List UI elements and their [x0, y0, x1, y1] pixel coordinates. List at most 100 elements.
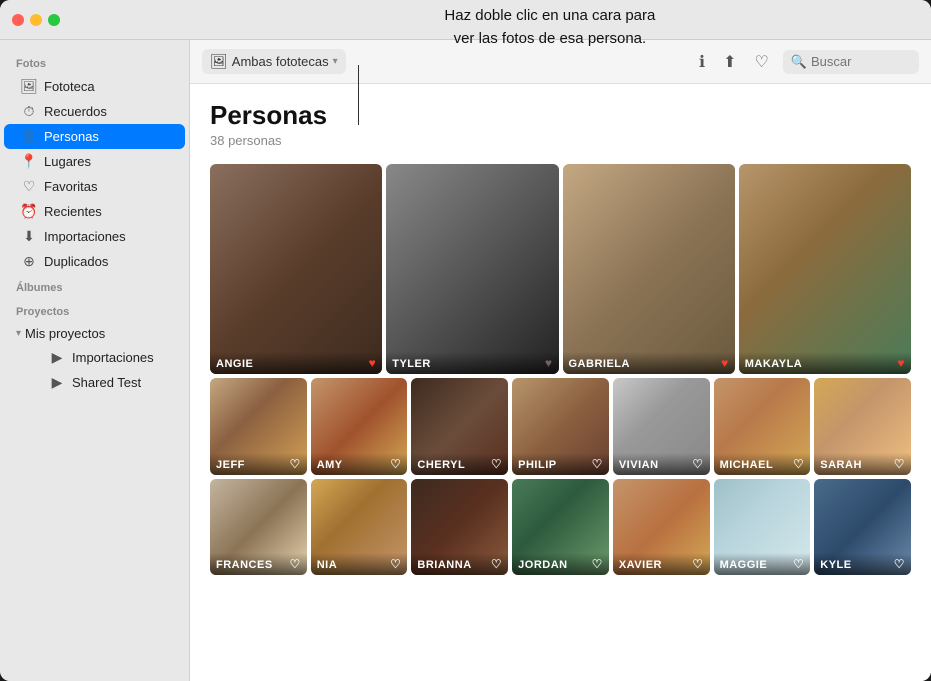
sidebar-item-favoritas[interactable]: ♡ Favoritas [4, 174, 185, 199]
vivian-heart-icon: ♡ [692, 457, 703, 471]
person-philip-label: Philip ♡ [512, 453, 609, 475]
sidebar-item-fototeca-label: Fototeca [44, 79, 95, 94]
library-icon: 🖼 [210, 53, 228, 70]
library-selector[interactable]: 🖼 Ambas fototecas ▾ [202, 49, 346, 74]
person-card-brianna[interactable]: Brianna ♡ [411, 479, 508, 576]
person-nia-label: Nia ♡ [311, 553, 408, 575]
brianna-heart-icon: ♡ [491, 557, 502, 571]
sidebar-item-recientes[interactable]: ⏰ Recientes [4, 199, 185, 224]
content-scroll: Personas 38 personas ANGIE ♥ TYLER ♥ [190, 84, 931, 681]
search-box[interactable]: 🔍 [783, 50, 919, 74]
share-button[interactable]: ⬆ [719, 48, 740, 76]
gabriela-heart-icon: ♥ [721, 356, 729, 370]
person-frances-label: Frances ♡ [210, 553, 307, 575]
person-card-gabriela[interactable]: GABRIELA ♥ [563, 164, 735, 374]
person-maggie-label: Maggie ♡ [714, 553, 811, 575]
importaciones-icon: ⬇ [20, 228, 38, 245]
page-subtitle: 38 personas [210, 133, 911, 148]
person-sarah-label: Sarah ♡ [814, 453, 911, 475]
person-card-kyle[interactable]: Kyle ♡ [814, 479, 911, 576]
sarah-heart-icon: ♡ [894, 457, 905, 471]
person-card-sarah[interactable]: Sarah ♡ [814, 378, 911, 475]
sidebar-item-recuerdos[interactable]: ⏱ Recuerdos [4, 99, 185, 124]
person-jeff-label: Jeff ♡ [210, 453, 307, 475]
sidebar-section-albumes: Álbumes [0, 274, 189, 298]
michael-heart-icon: ♡ [793, 457, 804, 471]
person-card-amy[interactable]: Amy ♡ [311, 378, 408, 475]
cheryl-heart-icon: ♡ [491, 457, 502, 471]
sidebar: Fotos 🖼 Fototeca ⏱ Recuerdos 👤 Personas … [0, 40, 190, 681]
angie-heart-icon: ♥ [369, 356, 377, 370]
close-button[interactable] [12, 14, 24, 26]
sidebar-mis-proyectos[interactable]: ▾ Mis proyectos [0, 322, 189, 345]
person-card-cheryl[interactable]: Cheryl ♡ [411, 378, 508, 475]
person-card-tyler[interactable]: TYLER ♥ [386, 164, 558, 374]
maggie-heart-icon: ♡ [793, 557, 804, 571]
app-window: Haz doble clic en una cara para ver las … [0, 0, 931, 681]
library-selector-chevron: ▾ [333, 56, 338, 67]
jeff-heart-icon: ♡ [289, 457, 300, 471]
featured-persons-grid: ANGIE ♥ TYLER ♥ GABRIELA ♥ [210, 164, 911, 374]
sidebar-item-lugares[interactable]: 📍 Lugares [4, 149, 185, 174]
persons-grid-row2: Jeff ♡ Amy ♡ Cheryl ♡ [210, 378, 911, 475]
favorite-button[interactable]: ♡ [750, 48, 772, 76]
sidebar-proyectos-sub: ▶ Importaciones ▶ Shared Test [0, 345, 189, 395]
sidebar-section-proyectos: Proyectos [0, 298, 189, 322]
person-card-philip[interactable]: Philip ♡ [512, 378, 609, 475]
person-card-makayla[interactable]: MAKAYLA ♥ [739, 164, 911, 374]
traffic-lights [12, 14, 60, 26]
nia-heart-icon: ♡ [390, 557, 401, 571]
sidebar-item-importaciones[interactable]: ⬇ Importaciones [4, 224, 185, 249]
sidebar-item-personas[interactable]: 👤 Personas [4, 124, 185, 149]
person-card-nia[interactable]: Nia ♡ [311, 479, 408, 576]
duplicados-icon: ⊕ [20, 253, 38, 270]
minimize-button[interactable] [30, 14, 42, 26]
person-tyler-label: TYLER ♥ [386, 352, 558, 374]
amy-heart-icon: ♡ [390, 457, 401, 471]
importaciones-proj-label: Importaciones [72, 350, 154, 365]
toolbar-right: ℹ ⬆ ♡ 🔍 [695, 48, 919, 76]
frances-heart-icon: ♡ [289, 557, 300, 571]
fototeca-icon: 🖼 [20, 78, 38, 95]
person-card-vivian[interactable]: Vivian ♡ [613, 378, 710, 475]
person-card-michael[interactable]: Michael ♡ [714, 378, 811, 475]
persons-grid-row3: Frances ♡ Nia ♡ Brianna ♡ [210, 479, 911, 576]
jordan-heart-icon: ♡ [592, 557, 603, 571]
toolbar: 🖼 Ambas fototecas ▾ ℹ ⬆ ♡ 🔍 [190, 40, 931, 84]
sidebar-item-importaciones-label: Importaciones [44, 229, 126, 244]
makayla-heart-icon: ♥ [897, 356, 905, 370]
sidebar-item-recuerdos-label: Recuerdos [44, 104, 107, 119]
chevron-down-icon: ▾ [16, 328, 21, 339]
info-button[interactable]: ℹ [695, 48, 709, 76]
xavier-heart-icon: ♡ [692, 557, 703, 571]
sidebar-item-lugares-label: Lugares [44, 154, 91, 169]
person-vivian-label: Vivian ♡ [613, 453, 710, 475]
favoritas-icon: ♡ [20, 178, 38, 195]
sidebar-item-shared-test[interactable]: ▶ Shared Test [32, 370, 185, 395]
sidebar-item-fototeca[interactable]: 🖼 Fototeca [4, 74, 185, 99]
person-card-jeff[interactable]: Jeff ♡ [210, 378, 307, 475]
person-card-angie[interactable]: ANGIE ♥ [210, 164, 382, 374]
content-area: 🖼 Ambas fototecas ▾ ℹ ⬆ ♡ 🔍 P [190, 40, 931, 681]
search-input[interactable] [811, 54, 911, 69]
tyler-heart-icon: ♥ [545, 356, 553, 370]
sidebar-item-recientes-label: Recientes [44, 204, 102, 219]
tooltip-pointer-line [358, 65, 359, 125]
person-brianna-label: Brianna ♡ [411, 553, 508, 575]
person-makayla-label: MAKAYLA ♥ [739, 352, 911, 374]
sidebar-item-duplicados[interactable]: ⊕ Duplicados [4, 249, 185, 274]
search-icon: 🔍 [791, 54, 807, 70]
kyle-heart-icon: ♡ [894, 557, 905, 571]
person-card-frances[interactable]: Frances ♡ [210, 479, 307, 576]
maximize-button[interactable] [48, 14, 60, 26]
person-amy-label: Amy ♡ [311, 453, 408, 475]
sidebar-item-favoritas-label: Favoritas [44, 179, 97, 194]
person-card-xavier[interactable]: Xavier ♡ [613, 479, 710, 576]
recuerdos-icon: ⏱ [20, 103, 38, 120]
sidebar-item-duplicados-label: Duplicados [44, 254, 108, 269]
person-card-maggie[interactable]: Maggie ♡ [714, 479, 811, 576]
person-card-jordan[interactable]: Jordan ♡ [512, 479, 609, 576]
personas-icon: 👤 [20, 128, 38, 145]
importaciones-proj-icon: ▶ [48, 349, 66, 366]
sidebar-item-importaciones-proj[interactable]: ▶ Importaciones [32, 345, 185, 370]
